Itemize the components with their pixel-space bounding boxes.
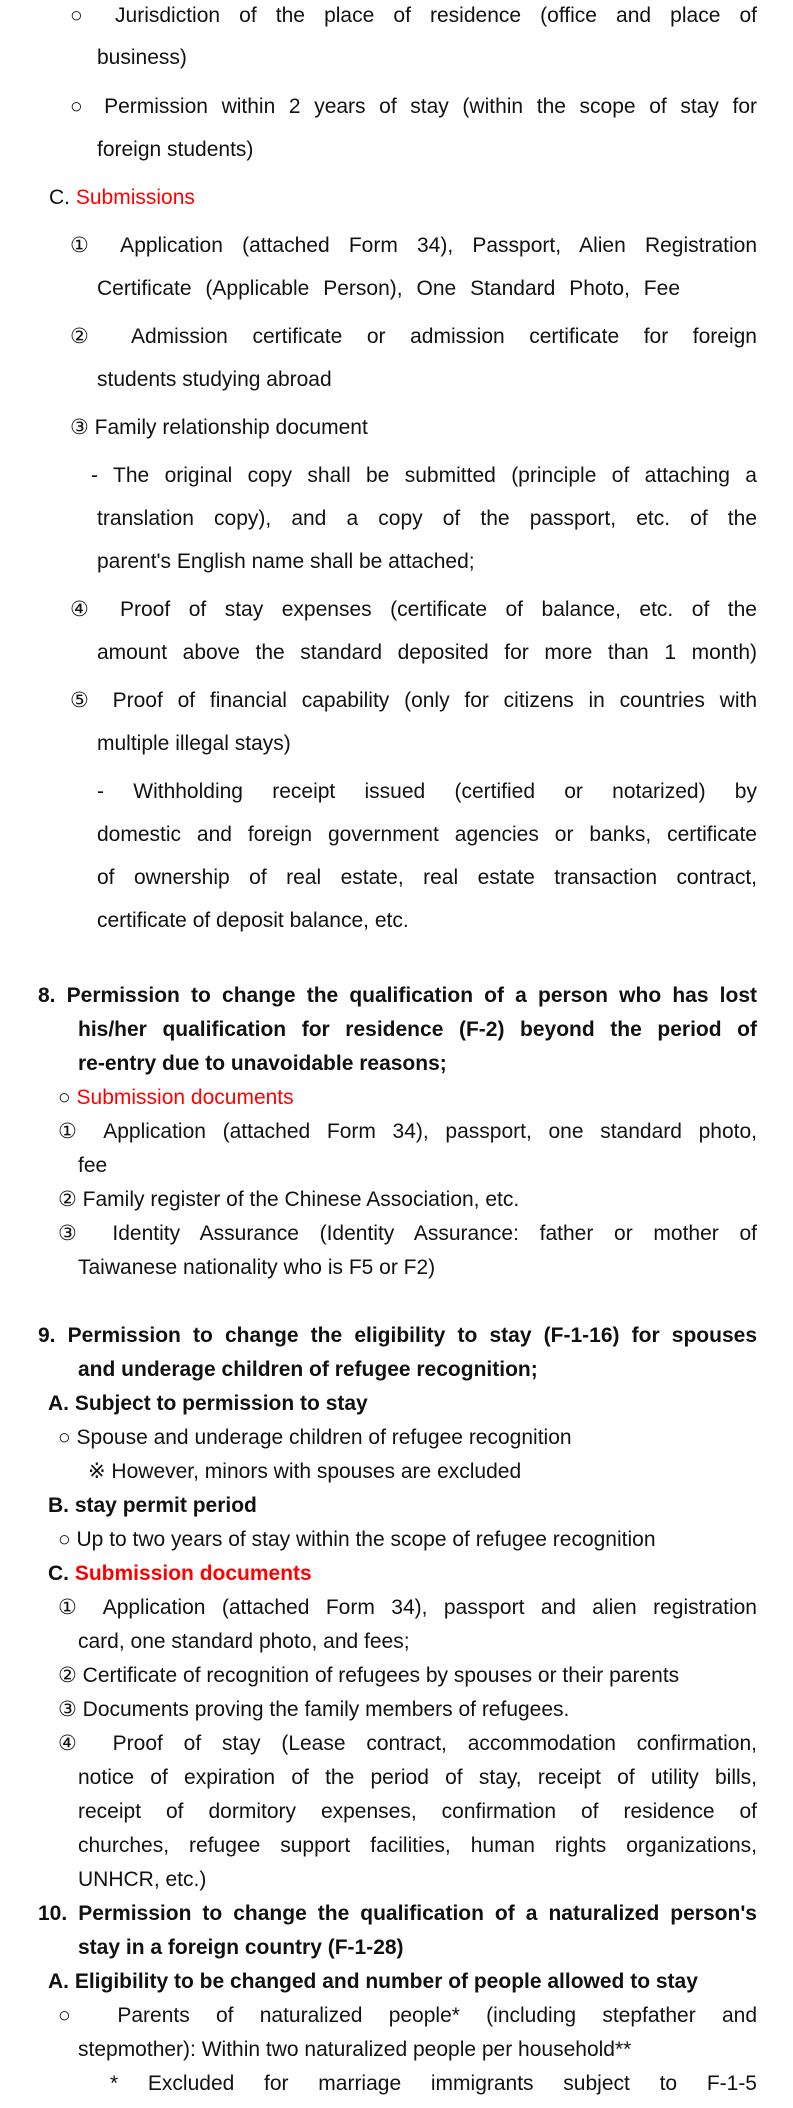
list-item: ① Application (attached Form 34), Passpo…: [70, 234, 757, 257]
list-item: translation copy), and a copy of the pas…: [97, 507, 757, 530]
list-item: ○ Jurisdiction of the place of residence…: [70, 4, 757, 27]
list-item: ○ Spouse and underage children of refuge…: [58, 1426, 572, 1449]
section-heading: his/her qualification for residence (F-2…: [78, 1018, 757, 1041]
list-item: - Withholding receipt issued (certified …: [97, 780, 757, 803]
list-item: ④ Proof of stay expenses (certificate of…: [70, 598, 757, 621]
list-item: multiple illegal stays): [97, 732, 291, 755]
list-item: ① Application (attached Form 34), passpo…: [58, 1596, 757, 1619]
list-item: ○ Up to two years of stay within the sco…: [58, 1528, 656, 1551]
subsection-heading: ○ Submission documents: [58, 1085, 294, 1111]
list-item: stepmother): Within two naturalized peop…: [78, 2038, 632, 2061]
subsection-heading: C. Submission documents: [48, 1561, 312, 1587]
list-item: ② Family register of the Chinese Associa…: [58, 1188, 520, 1211]
list-item: domestic and foreign government agencies…: [97, 823, 757, 846]
list-item: ③ Documents proving the family members o…: [58, 1698, 570, 1721]
subsection-heading: B. stay permit period: [48, 1494, 257, 1517]
list-item: ○ Permission within 2 years of stay (wit…: [70, 95, 757, 118]
list-item: UNHCR, etc.): [78, 1868, 207, 1891]
section-heading: 9. Permission to change the eligibility …: [38, 1324, 757, 1347]
list-item: * Excluded for marriage immigrants subje…: [110, 2072, 757, 2095]
section-heading: re-entry due to unavoidable reasons;: [78, 1052, 447, 1075]
list-item: ※ However, minors with spouses are exclu…: [88, 1460, 522, 1483]
list-item: of ownership of real estate, real estate…: [97, 866, 757, 889]
list-item: Certificate (Applicable Person), One Sta…: [97, 277, 680, 300]
subsection-heading: A. Eligibility to be changed and number …: [48, 1970, 698, 1993]
list-item: ③ Family relationship document: [70, 416, 368, 439]
list-item: ○ Parents of naturalized people* (includ…: [58, 2004, 757, 2027]
list-item: Taiwanese nationality who is F5 or F2): [78, 1256, 436, 1279]
section-heading: C. Submissions: [49, 185, 195, 211]
list-item: ② Admission certificate or admission cer…: [70, 325, 757, 348]
heading-title: Submissions: [75, 186, 195, 209]
list-item: - The original copy shall be submitted (…: [91, 464, 757, 487]
list-item: ② Certificate of recognition of refugees…: [58, 1664, 680, 1687]
list-item: receipt of dormitory expenses, confirmat…: [78, 1800, 757, 1823]
heading-prefix: ○: [58, 1086, 77, 1109]
list-item: ① Application (attached Form 34), passpo…: [58, 1120, 757, 1143]
list-item: ④ Proof of stay (Lease contract, accommo…: [58, 1732, 757, 1755]
section-heading: 10. Permission to change the qualificati…: [38, 1902, 757, 1925]
list-item: foreign students): [97, 138, 254, 161]
list-item: students studying abroad: [97, 368, 332, 391]
list-item: card, one standard photo, and fees;: [78, 1630, 410, 1653]
list-item: notice of expiration of the period of st…: [78, 1766, 757, 1789]
subsection-heading: A. Subject to permission to stay: [48, 1392, 368, 1415]
list-item: ③ Identity Assurance (Identity Assurance…: [58, 1222, 757, 1245]
heading-prefix: C.: [49, 186, 76, 209]
section-heading: and underage children of refugee recogni…: [78, 1358, 538, 1381]
list-item: business): [97, 46, 187, 69]
list-item: churches, refugee support facilities, hu…: [78, 1834, 757, 1857]
section-heading: stay in a foreign country (F-1-28): [78, 1936, 404, 1959]
document-page: ○ Jurisdiction of the place of residence…: [0, 0, 793, 2108]
heading-title: Submission documents: [74, 1562, 312, 1585]
list-item: ⑤ Proof of financial capability (only fo…: [70, 689, 757, 712]
list-item: fee: [78, 1154, 108, 1177]
list-item: amount above the standard deposited for …: [97, 641, 757, 664]
list-item: certificate of deposit balance, etc.: [97, 909, 409, 932]
heading-title: Submission documents: [76, 1086, 294, 1109]
heading-prefix: C.: [48, 1562, 75, 1585]
section-heading: 8. Permission to change the qualificatio…: [38, 984, 757, 1007]
list-item: parent's English name shall be attached;: [97, 550, 475, 573]
